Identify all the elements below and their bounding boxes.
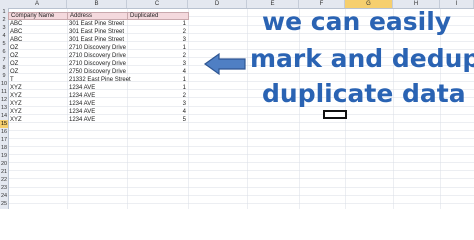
cell-company[interactable]: OZ bbox=[10, 68, 18, 76]
header-company-name[interactable]: Company Name bbox=[8, 12, 68, 20]
row-header[interactable]: 19 bbox=[0, 152, 8, 160]
cell-duplicated[interactable]: 2 bbox=[127, 92, 186, 100]
column-header-d[interactable]: D bbox=[188, 0, 247, 8]
selected-cell[interactable] bbox=[323, 110, 347, 119]
header-duplicated[interactable]: Duplicated bbox=[127, 12, 189, 20]
cell-address[interactable]: 1234 AVE bbox=[69, 92, 95, 100]
cell-duplicated[interactable]: 4 bbox=[127, 108, 186, 116]
row-header-selected[interactable]: 15 bbox=[0, 120, 8, 128]
column-header-b[interactable]: B bbox=[67, 0, 127, 8]
cell-duplicated[interactable]: 1 bbox=[127, 20, 186, 28]
row-header[interactable]: 17 bbox=[0, 136, 8, 144]
row-header[interactable]: 23 bbox=[0, 184, 8, 192]
overlay-text-line2: mark and dedup bbox=[250, 44, 474, 73]
cell-company[interactable]: XYZ bbox=[10, 100, 22, 108]
column-header-c[interactable]: C bbox=[127, 0, 188, 8]
cell-duplicated[interactable]: 3 bbox=[127, 36, 186, 44]
cell-duplicated[interactable]: 5 bbox=[127, 116, 186, 124]
row-header[interactable]: 18 bbox=[0, 144, 8, 152]
cell-company[interactable]: OZ bbox=[10, 52, 18, 60]
row-header[interactable]: 1 bbox=[0, 8, 8, 16]
row-header[interactable]: 13 bbox=[0, 104, 8, 112]
cell-duplicated[interactable]: 2 bbox=[127, 28, 186, 36]
cell-company[interactable]: OZ bbox=[10, 60, 18, 68]
cell-duplicated[interactable]: 3 bbox=[127, 60, 186, 68]
row-header[interactable]: 8 bbox=[0, 64, 8, 72]
row-header[interactable]: 11 bbox=[0, 88, 8, 96]
cell-company[interactable]: ABC bbox=[10, 36, 22, 44]
row-header[interactable]: 5 bbox=[0, 40, 8, 48]
row-header[interactable]: 3 bbox=[0, 24, 8, 32]
cell-address[interactable]: 301 East Pine Street bbox=[69, 20, 124, 28]
overlay-text-line3: duplicate data bbox=[262, 79, 466, 108]
row-header[interactable]: 20 bbox=[0, 160, 8, 168]
cell-address[interactable]: 301 East Pine Street bbox=[69, 36, 124, 44]
cell-duplicated[interactable]: 4 bbox=[127, 68, 186, 76]
cell-address[interactable]: 301 East Pine Street bbox=[69, 28, 124, 36]
row-header-bar: 1 2 3 4 5 6 7 8 9 10 11 12 13 14 15 16 1… bbox=[0, 8, 9, 209]
cell-duplicated[interactable]: 2 bbox=[127, 52, 186, 60]
cell-duplicated[interactable]: 1 bbox=[127, 84, 186, 92]
row-header[interactable]: 16 bbox=[0, 128, 8, 136]
row-header[interactable]: 7 bbox=[0, 56, 8, 64]
header-address[interactable]: Address bbox=[67, 12, 128, 20]
cell-company[interactable]: XYZ bbox=[10, 84, 22, 92]
cell-company[interactable]: OZ bbox=[10, 44, 18, 52]
row-header[interactable]: 2 bbox=[0, 16, 8, 24]
cell-address[interactable]: 21332 East Pine Street bbox=[69, 76, 131, 84]
cell-company[interactable]: XYZ bbox=[10, 116, 22, 124]
cell-address[interactable]: 2710 Discovery Drive bbox=[69, 44, 126, 52]
row-header[interactable]: 14 bbox=[0, 112, 8, 120]
row-header[interactable]: 9 bbox=[0, 72, 8, 80]
cell-company[interactable]: XYZ bbox=[10, 92, 22, 100]
overlay-text-line1: we can easily bbox=[262, 7, 452, 36]
cell-company[interactable]: ABC bbox=[10, 20, 22, 28]
row-header[interactable]: 4 bbox=[0, 32, 8, 40]
cell-address[interactable]: 1234 AVE bbox=[69, 100, 95, 108]
row-header[interactable]: 12 bbox=[0, 96, 8, 104]
row-header[interactable]: 24 bbox=[0, 192, 8, 200]
row-header[interactable]: 21 bbox=[0, 168, 8, 176]
left-arrow-icon bbox=[203, 52, 247, 81]
cell-address[interactable]: 1234 AVE bbox=[69, 84, 95, 92]
cell-duplicated[interactable]: 1 bbox=[127, 44, 186, 52]
cell-duplicated[interactable]: 1 bbox=[127, 76, 186, 84]
row-header[interactable]: 25 bbox=[0, 200, 8, 208]
column-header-a[interactable]: A bbox=[8, 0, 67, 8]
cell-address[interactable]: 1234 AVE bbox=[69, 108, 95, 116]
row-header[interactable]: 6 bbox=[0, 48, 8, 56]
cell-company[interactable]: ABC bbox=[10, 28, 22, 36]
row-header[interactable]: 22 bbox=[0, 176, 8, 184]
cell-address[interactable]: 1234 AVE bbox=[69, 116, 95, 124]
cell-company[interactable]: T bbox=[10, 76, 14, 84]
cell-address[interactable]: 2710 Discovery Drive bbox=[69, 60, 126, 68]
cell-company[interactable]: XYZ bbox=[10, 108, 22, 116]
row-header[interactable]: 10 bbox=[0, 80, 8, 88]
cell-address[interactable]: 2710 Discovery Drive bbox=[69, 52, 126, 60]
cell-address[interactable]: 2750 Discovery Drive bbox=[69, 68, 126, 76]
cell-duplicated[interactable]: 3 bbox=[127, 100, 186, 108]
